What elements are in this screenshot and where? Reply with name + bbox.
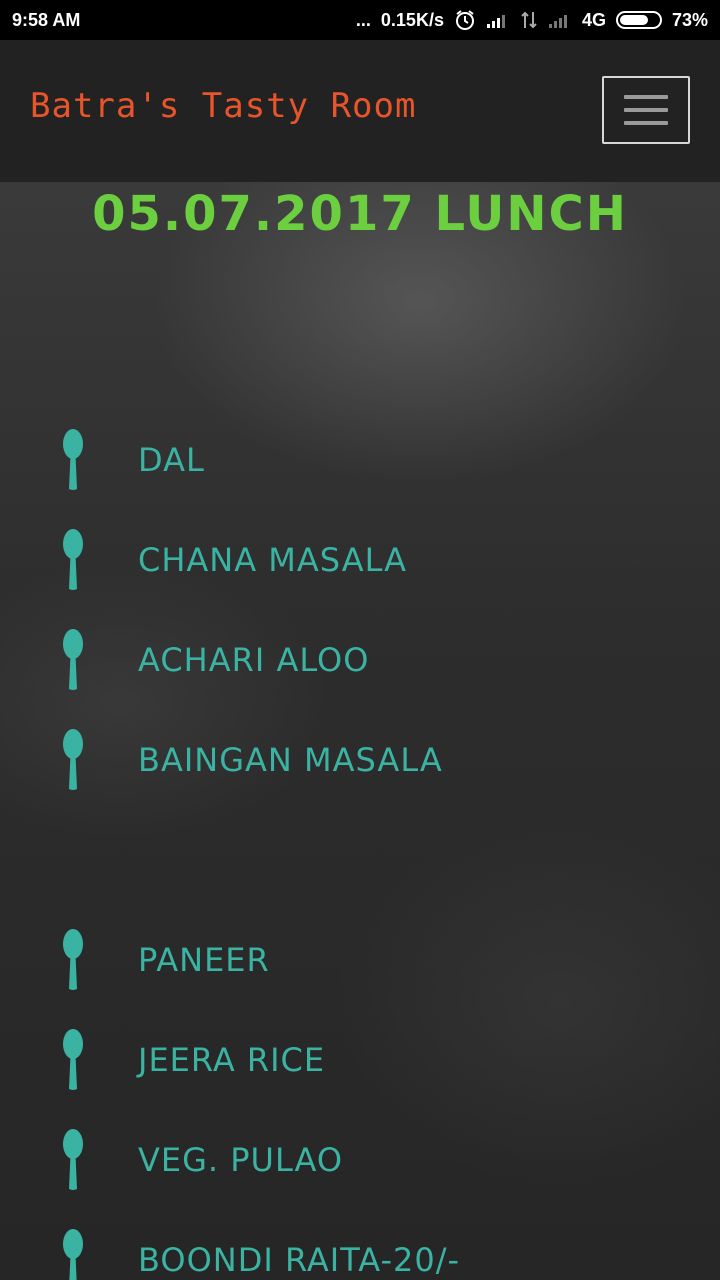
menu-item: CHANA MASALA <box>58 528 406 592</box>
menu-item: BOONDI RAITA-20/- <box>58 1228 459 1280</box>
menu-item-label: ACHARI ALOO <box>138 641 370 679</box>
battery-percent: 73% <box>671 9 708 30</box>
hamburger-icon-bar <box>624 121 668 125</box>
more-notifications-icon: ... <box>355 9 371 30</box>
spoon-icon <box>58 429 88 491</box>
brand-logo[interactable]: Batra's Tasty Room <box>30 86 416 126</box>
data-transfer-icon <box>520 10 538 30</box>
menu-item: DAL <box>58 428 204 492</box>
status-bar: 9:58 AM ... 0.15K/s 4G 73% <box>0 0 720 40</box>
status-time: 9:58 AM <box>12 9 81 30</box>
menu-item: JEERA RICE <box>58 1028 324 1092</box>
spoon-icon <box>58 729 88 791</box>
menu-toggle-button[interactable] <box>602 76 690 144</box>
menu-item: VEG. PULAO <box>58 1128 342 1192</box>
menu-item-label: CHANA MASALA <box>138 541 408 579</box>
signal-icon <box>486 11 510 29</box>
navbar: Batra's Tasty Room <box>0 40 720 182</box>
menu-board: 05.07.2017 LUNCH DAL CHANA MASALA ACHARI A… <box>0 182 720 1280</box>
menu-item: ACHARI ALOO <box>58 628 368 692</box>
menu-item: PANEER <box>58 928 269 992</box>
hamburger-icon-bar <box>624 108 668 112</box>
signal-icon-2 <box>548 11 572 29</box>
menu-item-label: PANEER <box>138 941 270 979</box>
hamburger-icon-bar <box>624 95 668 99</box>
menu-item: BAINGAN MASALA <box>58 728 442 792</box>
spoon-icon <box>58 1029 88 1091</box>
spoon-icon <box>58 629 88 691</box>
menu-item-label: BAINGAN MASALA <box>138 741 443 779</box>
status-indicators: ... 0.15K/s 4G 73% <box>356 9 708 31</box>
spoon-icon <box>58 929 88 991</box>
alarm-icon <box>454 9 476 31</box>
battery-icon <box>615 11 662 29</box>
menu-item-label: VEG. PULAO <box>138 1141 344 1179</box>
menu-title: 05.07.2017 LUNCH <box>92 186 628 242</box>
menu-item-label: JEERA RICE <box>138 1041 326 1079</box>
menu-item-label: BOONDI RAITA-20/- <box>138 1241 461 1279</box>
network-type: 4G <box>581 9 606 30</box>
network-speed: 0.15K/s <box>380 9 444 30</box>
spoon-icon <box>58 1229 88 1280</box>
spoon-icon <box>58 1129 88 1191</box>
spoon-icon <box>58 529 88 591</box>
menu-item-label: DAL <box>138 441 205 479</box>
